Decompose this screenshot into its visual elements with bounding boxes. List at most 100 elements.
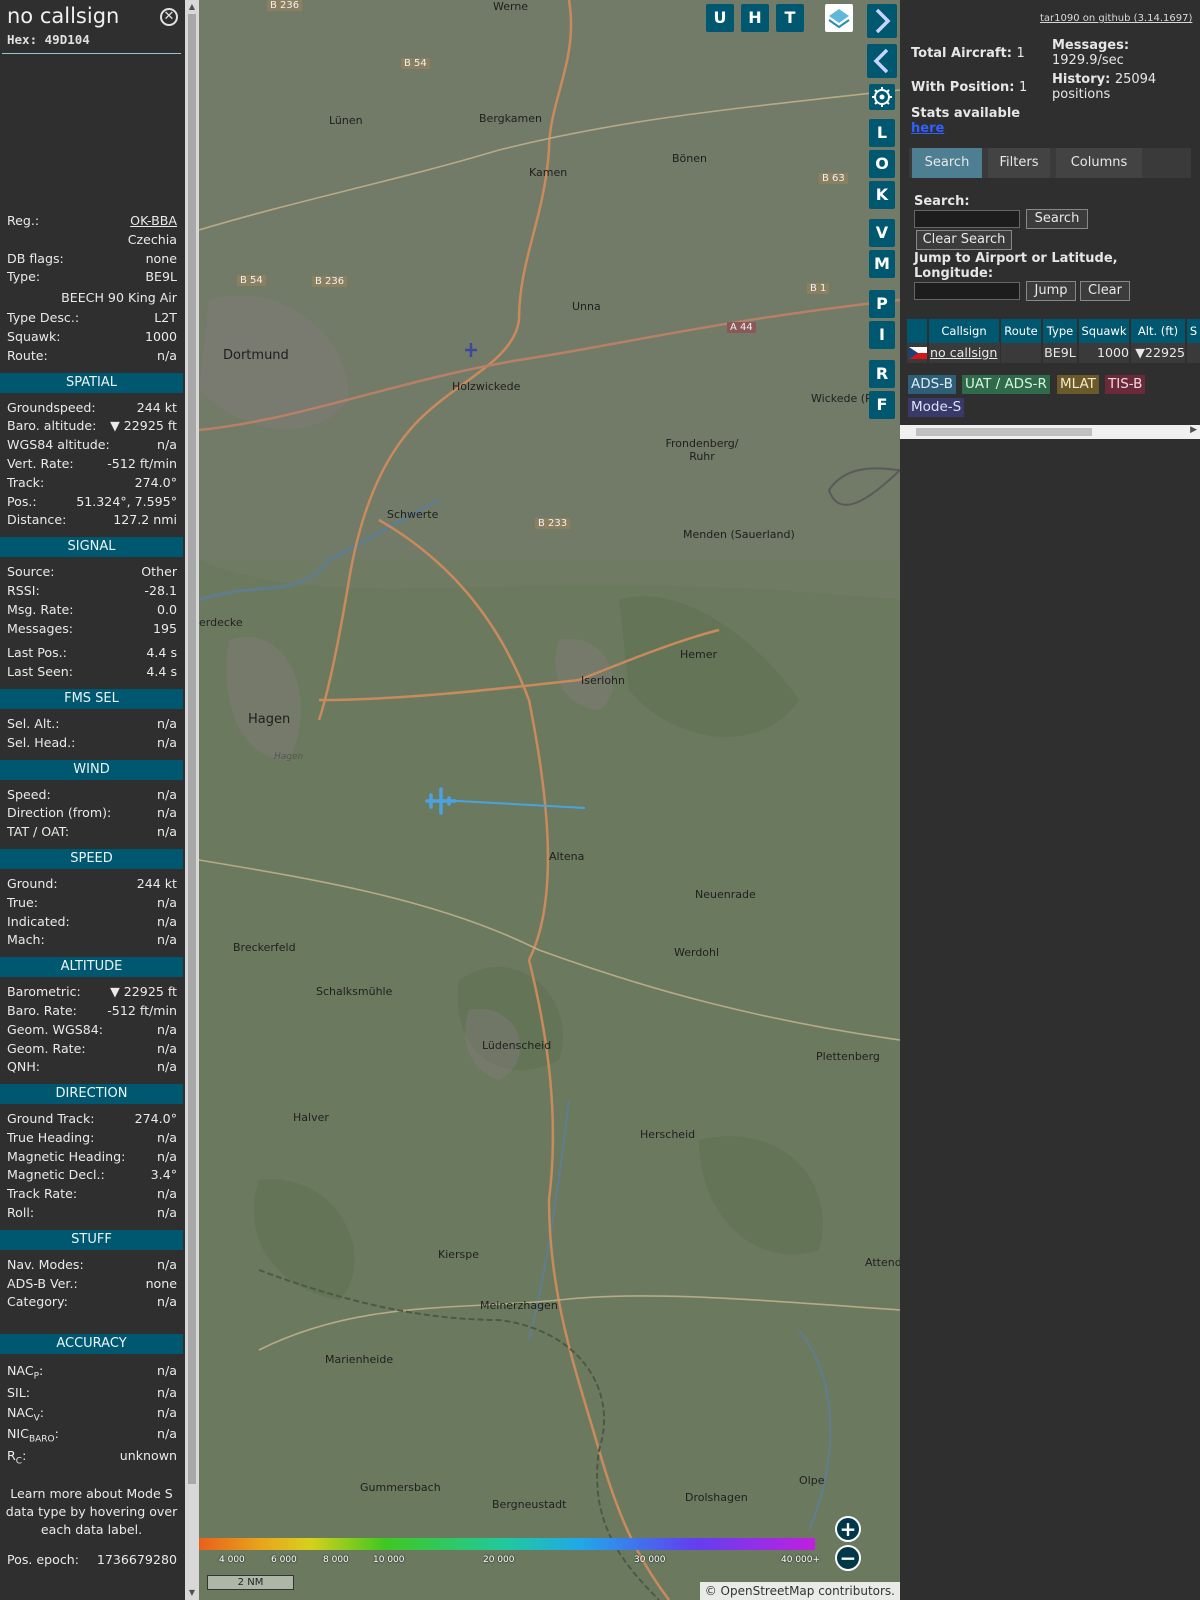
- zoom-in-button[interactable]: +: [835, 1516, 861, 1542]
- button-f[interactable]: F: [869, 391, 895, 419]
- with-position-stat: With Position: 1: [911, 80, 1028, 95]
- table-horizontal-scrollbar[interactable]: ▶: [900, 425, 1200, 439]
- layers-icon[interactable]: [825, 4, 853, 32]
- info-row-value: n/a: [157, 1021, 177, 1037]
- info-scrollbar[interactable]: ▲ ▼: [185, 0, 199, 1600]
- info-row-value: 127.2 nmi: [113, 512, 177, 528]
- info-row-value: n/a: [157, 1205, 177, 1221]
- button-t[interactable]: T: [776, 4, 804, 32]
- history-stat: History: 25094 positions: [1052, 72, 1157, 102]
- column-header-flag[interactable]: [907, 319, 927, 343]
- info-row-value: 4.4 s: [146, 645, 177, 661]
- info-row-value: 0.0: [156, 601, 177, 617]
- info-row-value: n/a: [157, 1186, 177, 1202]
- road-shield: B 1: [807, 283, 830, 294]
- info-row-value: n/a: [157, 894, 177, 910]
- column-header-s[interactable]: S: [1187, 319, 1200, 343]
- search-button[interactable]: Search: [1026, 209, 1088, 229]
- column-header-altitude[interactable]: Alt. (ft): [1131, 319, 1185, 343]
- info-row: Source: Other: [0, 563, 183, 582]
- column-header-callsign[interactable]: Callsign: [929, 319, 999, 343]
- callsign-cell[interactable]: no callsign: [929, 343, 1000, 363]
- info-row-value: ▼ 22925 ft: [110, 984, 177, 1000]
- jump-label: Jump to Airport or Latitude, Longitude:: [914, 251, 1118, 281]
- signal-rows-2: Last Pos.: 4.4 s Last Seen: 4.4 s: [0, 644, 183, 682]
- button-k[interactable]: K: [869, 181, 895, 209]
- info-row: WGS84 altitude: n/a: [0, 436, 183, 455]
- hex-value: 49D104: [44, 32, 90, 47]
- s-cell: [1187, 343, 1200, 363]
- button-v[interactable]: V: [869, 219, 895, 247]
- button-u[interactable]: U: [706, 4, 734, 32]
- info-row: Sel. Alt.: n/a: [0, 715, 183, 734]
- jump-input[interactable]: [914, 282, 1020, 300]
- tab-columns[interactable]: Columns: [1056, 148, 1142, 178]
- scroll-right-icon[interactable]: ▶: [1190, 425, 1197, 435]
- info-row: RSSI: -28.1: [0, 582, 183, 601]
- info-row-label: Last Pos.:: [7, 645, 67, 661]
- column-header-type[interactable]: Type: [1043, 319, 1077, 343]
- info-row-label: QNH:: [7, 1059, 41, 1075]
- scrollbar-thumb[interactable]: [188, 14, 196, 1484]
- road-shield: B 54: [237, 275, 266, 286]
- info-row-label: Vert. Rate:: [7, 455, 74, 471]
- stats-link[interactable]: here: [911, 121, 944, 136]
- search-input[interactable]: [914, 210, 1020, 228]
- nacp-label: NACP:: [7, 1363, 44, 1382]
- legend-tisb: TIS-B: [1105, 375, 1146, 394]
- chevron-right-icon[interactable]: [867, 4, 897, 38]
- info-row-label: Magnetic Decl.:: [7, 1167, 105, 1183]
- section-altitude: ALTITUDE: [0, 957, 183, 978]
- section-speed: SPEED: [0, 848, 183, 869]
- tab-search[interactable]: Search: [912, 148, 982, 178]
- info-row-label: Category:: [7, 1294, 68, 1310]
- map-view[interactable]: Werne Lünen Bergkamen Kamen Bönen Dortmu…: [199, 0, 900, 1600]
- clear-button[interactable]: Clear: [1080, 281, 1130, 301]
- info-row-label: Mach:: [7, 932, 45, 948]
- info-row: Messages: 195: [0, 620, 183, 639]
- gear-icon[interactable]: [869, 84, 895, 110]
- info-row-value: n/a: [157, 437, 177, 453]
- nacv-label: NACV:: [7, 1405, 45, 1424]
- button-r[interactable]: R: [869, 360, 895, 388]
- type-label: Type:: [7, 269, 41, 285]
- squawk-value: 1000: [144, 328, 177, 344]
- button-h[interactable]: H: [741, 4, 769, 32]
- info-row: Indicated: n/a: [0, 913, 183, 932]
- clear-search-button[interactable]: Clear Search: [916, 230, 1012, 250]
- nic-value: n/a: [157, 1426, 177, 1442]
- github-link[interactable]: tar1090 on github (3.14.1697): [1040, 13, 1192, 24]
- info-row-value: n/a: [157, 1040, 177, 1056]
- button-p[interactable]: P: [869, 290, 895, 318]
- scroll-down-icon[interactable]: ▼: [188, 1588, 196, 1597]
- button-l[interactable]: L: [869, 119, 895, 147]
- type-cell: BE9L: [1043, 343, 1077, 363]
- jump-button[interactable]: Jump: [1026, 281, 1076, 301]
- title-divider: [2, 53, 181, 54]
- registration-link[interactable]: OK-BBA: [130, 212, 177, 231]
- tab-filters[interactable]: Filters: [988, 148, 1050, 178]
- signal-rows: Source: Other RSSI: -28.1 Msg. Rate: 0.0 Messa…: [0, 563, 183, 638]
- scroll-up-icon[interactable]: ▲: [188, 2, 196, 11]
- button-m[interactable]: M: [869, 250, 895, 278]
- button-i[interactable]: I: [869, 321, 895, 349]
- direction-rows: Ground Track: 274.0° True Heading: n/a Magne…: [0, 1110, 183, 1223]
- flag-cell: [907, 343, 927, 363]
- close-icon[interactable]: ✕: [160, 8, 178, 26]
- road-shields: B 236 B 54 B 63 B 54 B 236 B 1 A 44 B 23…: [199, 0, 900, 1600]
- info-row-value: n/a: [157, 1256, 177, 1272]
- info-row-value: n/a: [157, 715, 177, 731]
- button-o[interactable]: O: [869, 150, 895, 178]
- rc-value: unknown: [119, 1448, 177, 1464]
- scrollbar-thumb[interactable]: [916, 428, 1092, 436]
- column-header-squawk[interactable]: Squawk: [1079, 319, 1129, 343]
- info-row: True: n/a: [0, 894, 183, 913]
- type-value: BE9L: [145, 269, 177, 285]
- zoom-out-button[interactable]: −: [835, 1545, 861, 1571]
- column-header-route[interactable]: Route: [1001, 319, 1041, 343]
- selected-aircraft-icon[interactable]: [425, 786, 457, 816]
- altitude-tick: 20 000: [483, 1555, 515, 1565]
- info-row: Msg. Rate: 0.0: [0, 601, 183, 620]
- info-row-label: Direction (from):: [7, 805, 112, 821]
- chevron-left-icon[interactable]: [867, 44, 897, 78]
